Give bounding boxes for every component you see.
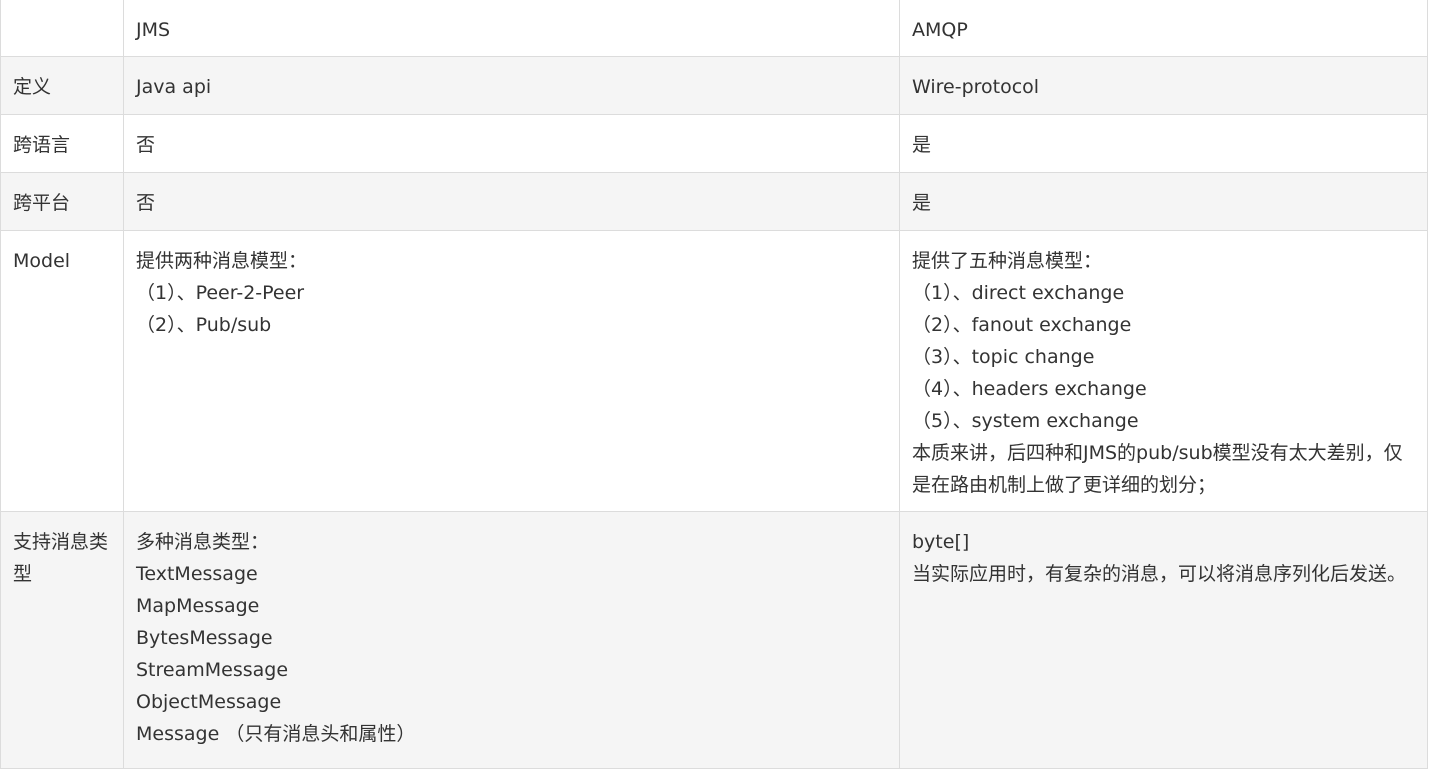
header-amqp: AMQP	[899, 0, 1428, 57]
cell-amqp-model: 提供了五种消息模型： （1）、direct exchange （2）、fanou…	[899, 230, 1428, 512]
cell-line: MapMessage	[136, 595, 260, 617]
cell-line: ObjectMessage	[136, 691, 282, 713]
cell-line: （2）、Pub/sub	[136, 314, 272, 336]
table-row-message-types: 支持消息类型 多种消息类型： TextMessage MapMessage By…	[0, 511, 1428, 769]
cell-line: （3）、topic change	[912, 346, 1095, 368]
header-empty-cell	[0, 0, 124, 57]
row-label-cross-platform: 跨平台	[0, 172, 124, 231]
cell-line: 多种消息类型：	[136, 531, 270, 553]
cell-line: byte[]	[912, 531, 970, 553]
cell-amqp-definition: Wire-protocol	[899, 56, 1428, 115]
table-row-definition: 定义 Java api Wire-protocol	[0, 56, 1428, 115]
cell-line: StreamMessage	[136, 659, 289, 681]
cell-line: Message （只有消息头和属性）	[136, 723, 416, 745]
jms-amqp-comparison-table: JMS AMQP 定义 Java api Wire-protocol 跨语言 否…	[0, 0, 1428, 769]
cell-amqp-message-types: byte[] 当实际应用时，有复杂的消息，可以将消息序列化后发送。	[899, 511, 1428, 769]
cell-line: （5）、system exchange	[912, 410, 1139, 432]
row-label-model: Model	[0, 230, 124, 512]
cell-line: 否	[136, 192, 156, 214]
row-label-definition: 定义	[0, 56, 124, 115]
cell-line: 提供两种消息模型：	[136, 250, 308, 272]
cell-line: （1）、direct exchange	[912, 282, 1125, 304]
cell-line: 提供了五种消息模型：	[912, 250, 1103, 272]
cell-line: （4）、headers exchange	[912, 378, 1147, 400]
cell-line: TextMessage	[136, 563, 258, 585]
cell-line: 是	[912, 192, 932, 214]
row-label-cross-language: 跨语言	[0, 114, 124, 173]
cell-jms-cross-platform: 否	[123, 172, 900, 231]
cell-amqp-cross-language: 是	[899, 114, 1428, 173]
cell-amqp-cross-platform: 是	[899, 172, 1428, 231]
cell-line: 本质来讲，后四种和JMS的pub/sub模型没有太大差别，仅是在路由机制上做了更…	[912, 442, 1403, 496]
cell-jms-message-types: 多种消息类型： TextMessage MapMessage BytesMess…	[123, 511, 900, 769]
cell-jms-cross-language: 否	[123, 114, 900, 173]
table-row-cross-language: 跨语言 否 是	[0, 114, 1428, 173]
cell-line: （2）、fanout exchange	[912, 314, 1132, 336]
table-header-row: JMS AMQP	[0, 0, 1428, 57]
cell-jms-model: 提供两种消息模型： （1）、Peer-2-Peer （2）、Pub/sub	[123, 230, 900, 512]
cell-line: Wire-protocol	[912, 76, 1040, 98]
comparison-table-container: JMS AMQP 定义 Java api Wire-protocol 跨语言 否…	[0, 0, 1428, 769]
header-jms: JMS	[123, 0, 900, 57]
cell-line: 否	[136, 134, 156, 156]
cell-line: BytesMessage	[136, 627, 273, 649]
table-row-model: Model 提供两种消息模型： （1）、Peer-2-Peer （2）、Pub/…	[0, 230, 1428, 512]
cell-line: Java api	[136, 76, 212, 98]
row-label-message-types: 支持消息类型	[0, 511, 124, 769]
cell-line: （1）、Peer-2-Peer	[136, 282, 305, 304]
cell-line: 是	[912, 134, 932, 156]
table-row-cross-platform: 跨平台 否 是	[0, 172, 1428, 231]
cell-jms-definition: Java api	[123, 56, 900, 115]
cell-line: 当实际应用时，有复杂的消息，可以将消息序列化后发送。	[912, 563, 1407, 585]
